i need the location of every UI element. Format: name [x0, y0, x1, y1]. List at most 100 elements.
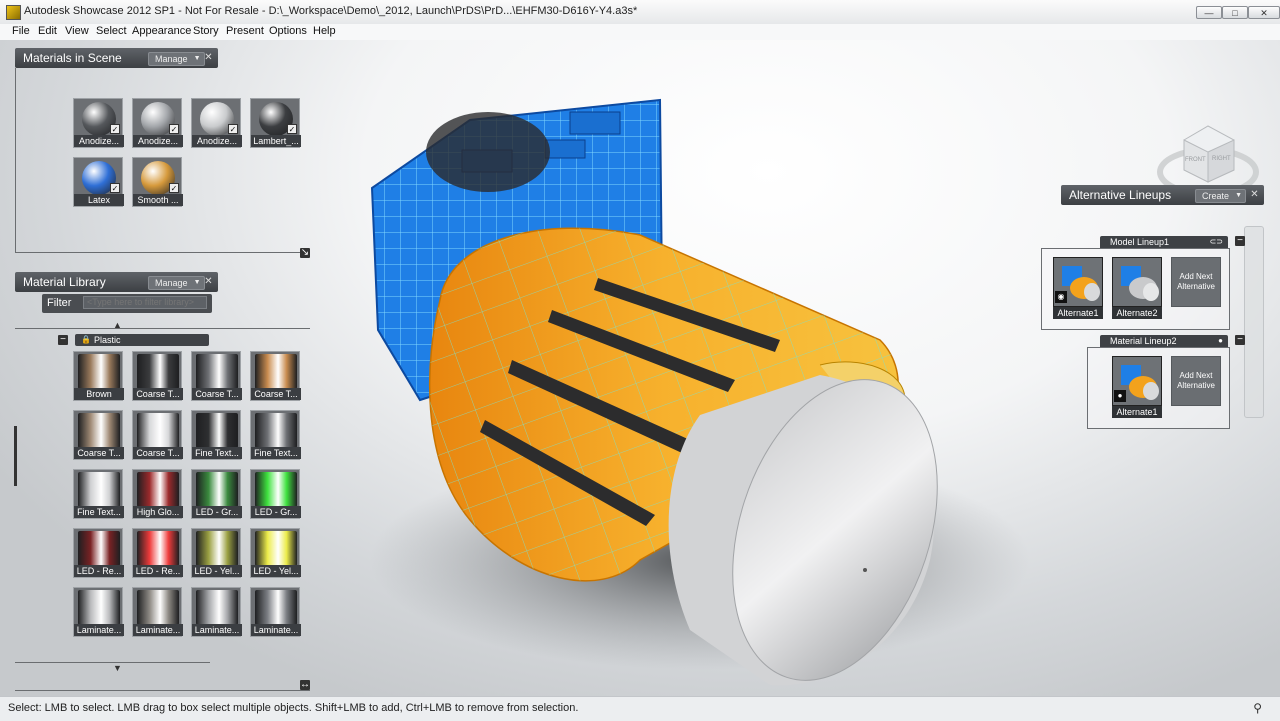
library-material-swatch[interactable]: Coarse T...: [132, 351, 183, 401]
library-material-swatch[interactable]: Laminate...: [73, 587, 124, 637]
material-library-close-button[interactable]: ✕: [203, 276, 214, 287]
library-material-swatch[interactable]: High Glo...: [132, 469, 183, 519]
panel-resize-handle[interactable]: ↘: [300, 248, 310, 258]
material-name: Laminate...: [133, 624, 183, 636]
link-icon[interactable]: ⊂⊃: [1210, 236, 1223, 248]
library-material-swatch[interactable]: Fine Text...: [250, 410, 301, 460]
menu-present[interactable]: Present: [226, 25, 264, 37]
material-name: Lambert_...: [251, 135, 301, 147]
library-material-swatch[interactable]: Fine Text...: [191, 410, 242, 460]
collapse-lineup-button[interactable]: −: [1235, 335, 1245, 345]
library-material-swatch[interactable]: Coarse T...: [73, 410, 124, 460]
menu-appearance[interactable]: Appearance: [132, 25, 191, 37]
model-lineup-tab[interactable]: Model Lineup1 ⊂⊃: [1100, 236, 1228, 248]
panel-frame: [15, 252, 310, 253]
material-name: Laminate...: [74, 624, 124, 636]
library-resize-handle[interactable]: ↔: [300, 680, 310, 690]
library-material-swatch[interactable]: Coarse T...: [191, 351, 242, 401]
alternate-card[interactable]: ◉ Alternate1: [1053, 257, 1103, 319]
library-material-swatch[interactable]: Coarse T...: [132, 410, 183, 460]
viewcube-front: FRONT: [1185, 157, 1206, 163]
material-name: LED - Re...: [133, 565, 183, 577]
material-lineup-tab[interactable]: Material Lineup2 ●: [1100, 335, 1228, 347]
library-filter-bar: Filter: [42, 294, 212, 313]
scene-material-swatch[interactable]: ✓ Latex: [73, 157, 124, 207]
alternate-label: Alternate1: [1053, 307, 1103, 319]
scene-material-swatch[interactable]: ✓ Lambert_...: [250, 98, 301, 148]
lock-icon: 🔒: [81, 335, 91, 344]
in-use-checkbox[interactable]: ✓: [287, 124, 297, 134]
menu-select[interactable]: Select: [96, 25, 127, 37]
status-icon[interactable]: ⚲: [1253, 701, 1262, 715]
material-name: Laminate...: [192, 624, 242, 636]
in-use-checkbox[interactable]: ✓: [228, 124, 238, 134]
create-lineup-button[interactable]: Create ▼: [1195, 189, 1247, 203]
library-material-swatch[interactable]: LED - Gr...: [250, 469, 301, 519]
library-material-swatch[interactable]: LED - Gr...: [191, 469, 242, 519]
maximize-button[interactable]: □: [1222, 6, 1248, 19]
alternate-card[interactable]: Alternate2: [1112, 257, 1162, 319]
material-preview-cylinder: [196, 531, 238, 566]
material-name: Anodize...: [133, 135, 183, 147]
library-material-swatch[interactable]: Laminate...: [132, 587, 183, 637]
in-use-checkbox[interactable]: ✓: [169, 183, 179, 193]
material-name: Fine Text...: [251, 447, 301, 459]
material-preview-cylinder: [137, 354, 179, 389]
in-use-checkbox[interactable]: ✓: [110, 124, 120, 134]
library-material-swatch[interactable]: Laminate...: [191, 587, 242, 637]
library-material-swatch[interactable]: Fine Text...: [73, 469, 124, 519]
material-preview-cylinder: [255, 413, 297, 448]
library-material-swatch[interactable]: Laminate...: [250, 587, 301, 637]
menu-file[interactable]: File: [12, 25, 30, 37]
material-name: Fine Text...: [192, 447, 242, 459]
materials-in-scene-header: Materials in Scene Manage ▼ ✕: [15, 48, 218, 68]
material-preview-cylinder: [255, 354, 297, 389]
material-preview-cylinder: [137, 590, 179, 625]
menu-bar: File Edit View Select Appearance Story P…: [0, 24, 1280, 40]
minimize-button[interactable]: —: [1196, 6, 1222, 19]
scene-material-swatch[interactable]: ✓ Anodize...: [73, 98, 124, 148]
material-preview-cylinder: [137, 531, 179, 566]
scene-material-swatch[interactable]: ✓ Anodize...: [191, 98, 242, 148]
material-preview-cylinder: [78, 472, 120, 507]
material-preview-cylinder: [78, 590, 120, 625]
menu-help[interactable]: Help: [313, 25, 336, 37]
library-material-swatch[interactable]: Coarse T...: [250, 351, 301, 401]
panel-scrollbar[interactable]: [14, 426, 17, 486]
alternate-card[interactable]: ● Alternate1: [1112, 356, 1162, 418]
material-library-manage-button[interactable]: Manage ▼: [148, 276, 205, 290]
in-use-checkbox[interactable]: ✓: [169, 124, 179, 134]
material-name: Brown: [74, 388, 124, 400]
materials-in-scene-close-button[interactable]: ✕: [203, 52, 214, 63]
add-next-alternative-button[interactable]: Add Next Alternative: [1171, 356, 1221, 406]
in-use-checkbox[interactable]: ✓: [110, 183, 120, 193]
material-name: Coarse T...: [251, 388, 301, 400]
library-material-swatch[interactable]: LED - Yel...: [191, 528, 242, 578]
scroll-down-arrow[interactable]: ▼: [113, 663, 122, 673]
add-next-alternative-button[interactable]: Add Next Alternative: [1171, 257, 1221, 307]
library-material-swatch[interactable]: LED - Re...: [132, 528, 183, 578]
material-name: Laminate...: [251, 624, 301, 636]
alternative-lineups-close-button[interactable]: ✕: [1249, 189, 1260, 200]
scene-material-swatch[interactable]: ✓ Smooth ...: [132, 157, 183, 207]
collapse-group-button[interactable]: −: [58, 335, 68, 345]
menu-story[interactable]: Story: [193, 25, 219, 37]
material-icon[interactable]: ●: [1218, 335, 1223, 347]
model-preview-image: [1113, 258, 1161, 306]
library-material-swatch[interactable]: Brown: [73, 351, 124, 401]
materials-in-scene-manage-button[interactable]: Manage ▼: [148, 52, 205, 66]
library-material-swatch[interactable]: LED - Re...: [73, 528, 124, 578]
material-preview-cylinder: [137, 413, 179, 448]
menu-view[interactable]: View: [65, 25, 89, 37]
library-filter-input[interactable]: [83, 296, 207, 309]
scene-material-swatch[interactable]: ✓ Anodize...: [132, 98, 183, 148]
collapse-lineup-button[interactable]: −: [1235, 236, 1245, 246]
material-preview-cylinder: [196, 590, 238, 625]
library-group-header[interactable]: 🔒 Plastic: [75, 334, 209, 346]
navigation-slider[interactable]: [1244, 226, 1264, 418]
close-window-button[interactable]: ✕: [1248, 6, 1280, 19]
library-material-swatch[interactable]: LED - Yel...: [250, 528, 301, 578]
menu-edit[interactable]: Edit: [38, 25, 57, 37]
material-name: Anodize...: [74, 135, 124, 147]
menu-options[interactable]: Options: [269, 25, 307, 37]
